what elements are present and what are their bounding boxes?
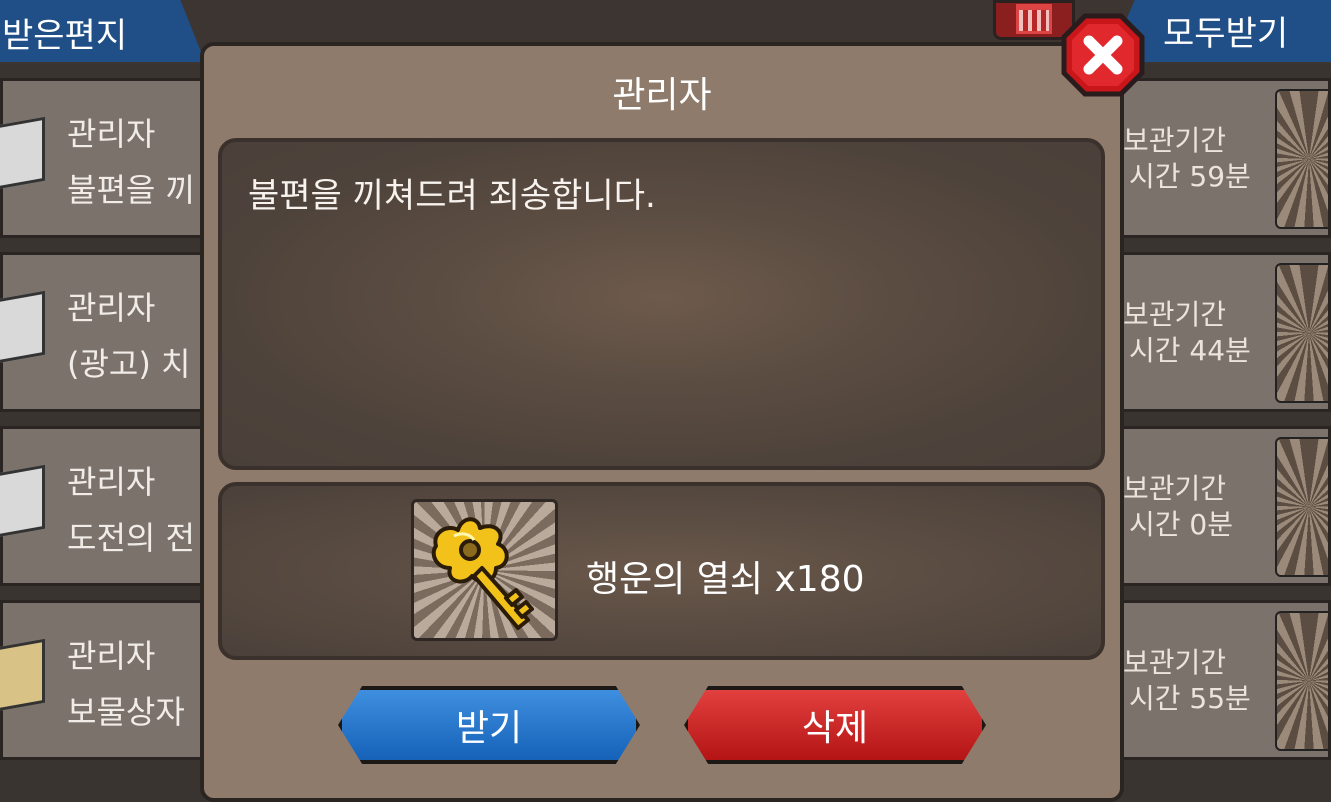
- receive-button[interactable]: 받기: [338, 686, 640, 764]
- mail-expiry-item[interactable]: 보관기간 시간 44분: [1120, 252, 1331, 412]
- storage-time-left: 시간 44분: [1129, 334, 1251, 367]
- mail-list-item[interactable]: 관리자 도전의 전: [0, 426, 205, 586]
- mail-expiry-item[interactable]: 보관기간 시간 59분: [1120, 78, 1331, 238]
- storage-period-label: 보관기간: [1123, 298, 1227, 331]
- mail-list-item[interactable]: 관리자 (광고) 치: [0, 252, 205, 412]
- trash-icon: [1016, 4, 1052, 34]
- mail-list-item[interactable]: 관리자 불편을 끼: [0, 78, 205, 238]
- reward-thumbnail: [1275, 89, 1328, 229]
- storage-period-label: 보관기간: [1123, 472, 1227, 505]
- mail-expiry-item[interactable]: 보관기간 시간 0분: [1120, 426, 1331, 586]
- storage-time-left: 시간 0분: [1129, 508, 1233, 541]
- golden-key-icon: [431, 517, 534, 630]
- mail-title: 보물상자: [67, 693, 185, 731]
- mail-expiry-item[interactable]: 보관기간 시간 55분: [1120, 600, 1331, 760]
- mail-list-item[interactable]: 관리자 보물상자: [0, 600, 205, 760]
- receive-all-label: 모두받기: [1163, 14, 1289, 54]
- open-envelope-icon: [0, 638, 45, 712]
- tab-label: 받은편지: [2, 16, 128, 56]
- envelope-icon: [0, 116, 45, 190]
- envelope-icon: [0, 464, 45, 538]
- mail-title: 도전의 전: [67, 519, 195, 557]
- reward-label: 행운의 열쇠 x180: [586, 559, 865, 600]
- message-text: 불편을 끼쳐드려 죄송합니다.: [248, 176, 656, 216]
- storage-time-left: 시간 59분: [1129, 160, 1251, 193]
- storage-period-label: 보관기간: [1123, 646, 1227, 679]
- delete-button[interactable]: 삭제: [684, 686, 986, 764]
- mail-sender: 관리자: [67, 289, 156, 327]
- mail-sender: 관리자: [67, 115, 156, 153]
- storage-time-left: 시간 55분: [1129, 682, 1251, 715]
- mail-sender: 관리자: [67, 463, 156, 501]
- mail-title: 불편을 끼: [67, 171, 195, 209]
- reward-thumbnail: [1275, 611, 1328, 751]
- close-x-icon[interactable]: [1060, 12, 1146, 98]
- tab-received-mail[interactable]: 받은편지: [0, 0, 205, 62]
- reward-thumbnail: [1275, 263, 1328, 403]
- storage-period-label: 보관기간: [1123, 124, 1227, 157]
- reward-item-frame: [411, 499, 558, 641]
- dialog-title: 관리자: [612, 75, 712, 116]
- mail-title: (광고) 치: [67, 345, 191, 383]
- mail-sender: 관리자: [67, 637, 156, 675]
- reward-thumbnail: [1275, 437, 1328, 577]
- envelope-icon: [0, 290, 45, 364]
